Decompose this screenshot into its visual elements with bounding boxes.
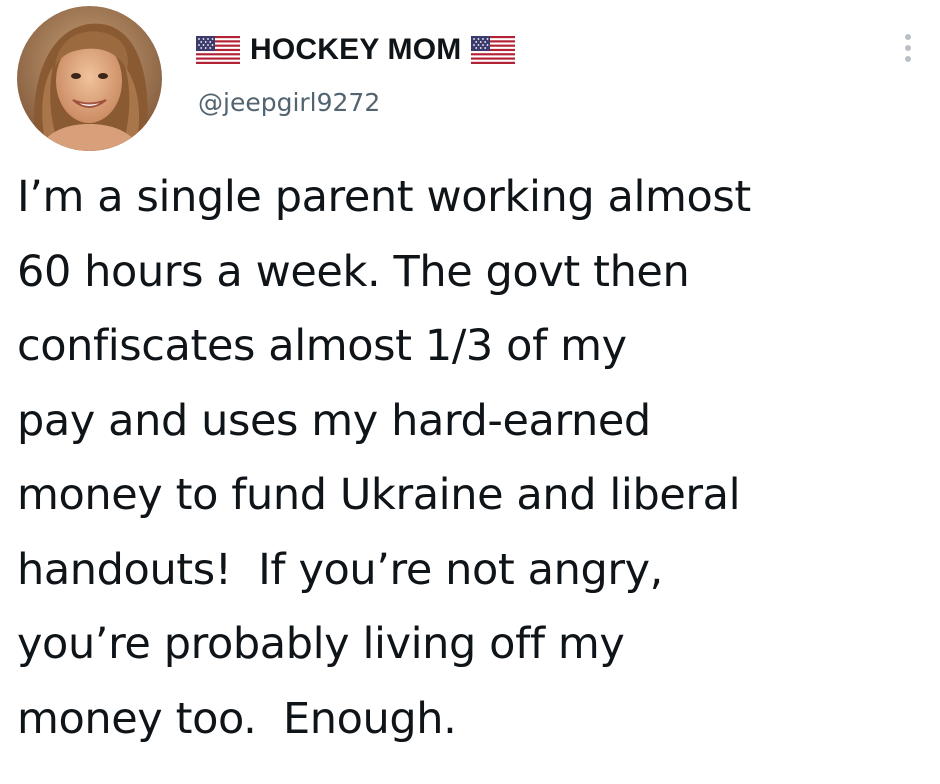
more-options-icon xyxy=(905,56,911,62)
author-handle[interactable]: @jeepgirl9272 xyxy=(198,88,380,117)
tweet-text: I’m a single parent working almost 60 ho… xyxy=(17,160,932,756)
more-options-icon xyxy=(905,34,911,40)
tweet-text-line: I’m a single parent working almost xyxy=(17,172,751,222)
tweet-text-line: you’re probably living off my xyxy=(17,619,625,669)
us-flag-icon xyxy=(471,36,516,64)
us-flag-icon xyxy=(196,36,240,64)
profile-photo-icon xyxy=(17,6,162,151)
tweet-text-line: pay and uses my hard-earned xyxy=(17,395,651,446)
tweet-card: HOCKEY MOM @jeepgirl9272 I’m a single pa… xyxy=(0,0,940,784)
more-options-button[interactable] xyxy=(893,26,923,70)
avatar[interactable] xyxy=(17,6,162,151)
more-options-icon xyxy=(905,45,911,51)
author-name-row[interactable]: HOCKEY MOM xyxy=(196,30,516,70)
tweet-text-line: handouts! If you’re not angry, xyxy=(17,544,663,595)
tweet-text-line: money too. Enough. xyxy=(17,693,457,744)
tweet-text-line: 60 hours a week. The govt then xyxy=(17,246,690,297)
tweet-text-line: confiscates almost 1/3 of my xyxy=(17,321,627,371)
author-display-name[interactable]: HOCKEY MOM xyxy=(250,33,461,67)
tweet-text-line: money to fund Ukraine and liberal xyxy=(17,470,741,520)
